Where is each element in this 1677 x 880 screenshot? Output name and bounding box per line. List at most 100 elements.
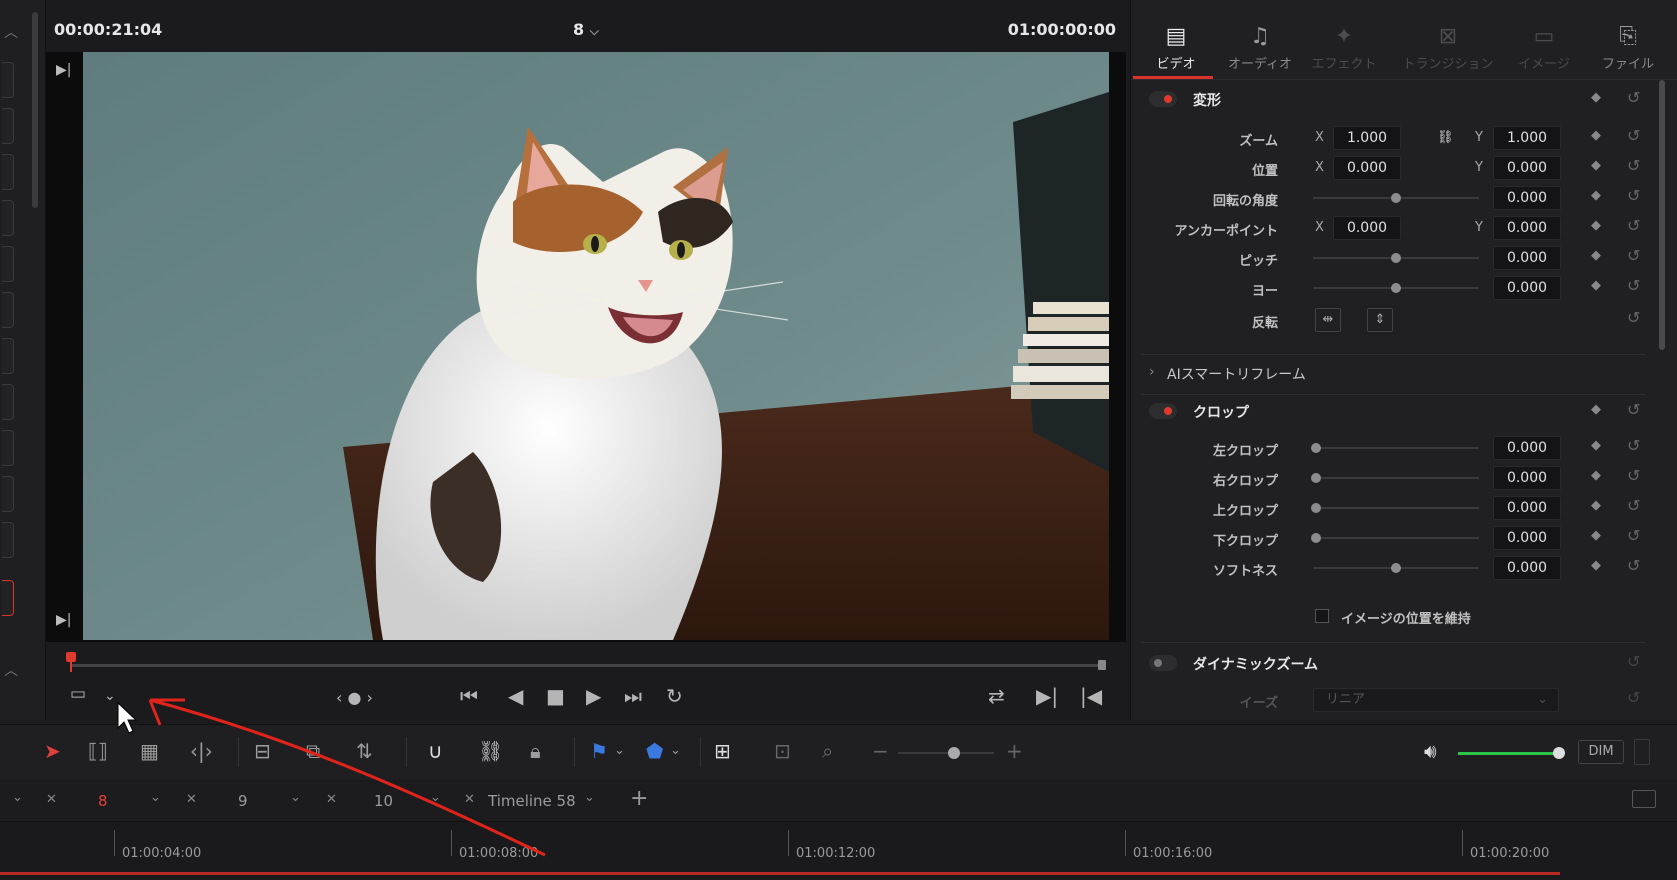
- keyframe-diamond-icon[interactable]: ◆: [1591, 438, 1601, 453]
- tab-effects[interactable]: ✦ エフェクト: [1299, 10, 1389, 80]
- position-y-field[interactable]: 0.000: [1493, 156, 1561, 180]
- anchor-x-field[interactable]: 0.000: [1333, 216, 1401, 240]
- keyframe-diamond-icon[interactable]: ◆: [1591, 90, 1601, 105]
- crop-right-slider[interactable]: [1311, 473, 1479, 483]
- pitch-slider[interactable]: [1313, 253, 1479, 263]
- inspector-scrollbar[interactable]: [1659, 80, 1665, 350]
- zoom-y-field[interactable]: 1.000: [1493, 126, 1561, 150]
- tab-image[interactable]: ▭ イメージ: [1499, 10, 1589, 80]
- collapse-up-icon[interactable]: ︿: [4, 660, 18, 680]
- slider-knob[interactable]: [1391, 283, 1401, 293]
- zoom-out-icon[interactable]: −: [872, 739, 889, 763]
- clip-selector[interactable]: 8 ⌵: [573, 20, 599, 39]
- flip-horizontal-icon[interactable]: ⇹: [1315, 308, 1341, 332]
- strip-slot[interactable]: [2, 384, 14, 420]
- chevron-down-icon[interactable]: ⌄: [430, 790, 441, 805]
- dynamic-zoom-toggle[interactable]: [1149, 655, 1177, 671]
- prev-edit-icon[interactable]: |◀: [1080, 684, 1102, 708]
- anchor-y-field[interactable]: 0.000: [1493, 216, 1561, 240]
- crop-overlay-icon[interactable]: ▭: [70, 684, 86, 704]
- scrubber-track[interactable]: [70, 664, 1106, 667]
- add-timeline-icon[interactable]: +: [630, 786, 648, 811]
- keyframe-diamond-icon[interactable]: ◆: [1591, 528, 1601, 543]
- close-icon[interactable]: ✕: [186, 792, 197, 807]
- reset-icon[interactable]: ↺: [1627, 216, 1640, 235]
- timeline-tab-9[interactable]: ✕ 9 ⌄: [186, 790, 306, 814]
- strip-slot[interactable]: [2, 292, 14, 328]
- tab-file[interactable]: ⎘ ファイル: [1583, 10, 1673, 80]
- strip-slot[interactable]: [2, 476, 14, 512]
- tab-video[interactable]: ▤ ビデオ: [1131, 10, 1221, 80]
- keyframe-diamond-icon[interactable]: ◆: [1591, 558, 1601, 573]
- chevron-down-icon[interactable]: ⌄: [670, 743, 681, 758]
- strip-slot-active[interactable]: [2, 580, 14, 616]
- tab-audio[interactable]: ♫ オーディオ: [1215, 10, 1305, 80]
- reset-icon[interactable]: ↺: [1627, 496, 1640, 515]
- slider-knob[interactable]: [1311, 443, 1321, 453]
- softness-field[interactable]: 0.000: [1493, 556, 1561, 580]
- out-handle[interactable]: [1098, 660, 1106, 670]
- strip-slot[interactable]: [2, 522, 14, 558]
- zoom-slider[interactable]: [898, 747, 994, 759]
- reset-icon[interactable]: ↺: [1627, 556, 1640, 575]
- keyframe-diamond-icon[interactable]: ◆: [1591, 188, 1601, 203]
- strip-slot[interactable]: [2, 108, 14, 144]
- reset-icon[interactable]: ↺: [1627, 652, 1640, 671]
- crop-left-slider[interactable]: [1311, 443, 1479, 453]
- keyframe-diamond-icon[interactable]: ◆: [1591, 498, 1601, 513]
- overwrite-clip-icon[interactable]: ⧉: [306, 739, 320, 763]
- slider-knob[interactable]: [948, 747, 960, 759]
- chevron-down-icon[interactable]: ⌄: [584, 790, 595, 805]
- linked-selection-icon[interactable]: ⛓: [478, 739, 503, 763]
- crop-bottom-slider[interactable]: [1311, 533, 1479, 543]
- trim-edit-icon[interactable]: ⟦⟧: [88, 739, 108, 763]
- crop-left-field[interactable]: 0.000: [1493, 436, 1561, 460]
- selection-pointer-icon[interactable]: ➤: [44, 739, 61, 763]
- chevron-down-icon[interactable]: ⌄: [12, 790, 23, 805]
- rotation-slider[interactable]: [1313, 193, 1479, 203]
- close-icon[interactable]: ✕: [464, 792, 475, 807]
- zoom-x-field[interactable]: 1.000: [1333, 126, 1401, 150]
- keyframe-diamond-icon[interactable]: ◆: [1591, 248, 1601, 263]
- timeline-tab-10[interactable]: ✕ 10 ⌄: [326, 790, 446, 814]
- ease-dropdown[interactable]: リニア ⌄: [1313, 688, 1559, 712]
- position-lock-icon[interactable]: 🔒︎: [530, 739, 541, 763]
- meter-toggle[interactable]: [1634, 739, 1650, 765]
- slider-knob[interactable]: [1391, 563, 1401, 573]
- reset-icon[interactable]: ↺: [1627, 276, 1640, 295]
- dim-button[interactable]: DIM: [1578, 740, 1624, 764]
- viewer-scrubber[interactable]: [66, 648, 1106, 678]
- stop-icon[interactable]: ■: [546, 684, 565, 708]
- tab-transition[interactable]: ⊠ トランジション: [1393, 10, 1503, 80]
- pitch-field[interactable]: 0.000: [1493, 246, 1561, 270]
- insert-clip-icon[interactable]: ⊟: [254, 739, 271, 763]
- slider-knob[interactable]: [1311, 533, 1321, 543]
- snapping-icon[interactable]: ∪: [428, 739, 443, 763]
- reset-icon[interactable]: ↺: [1627, 526, 1640, 545]
- video-viewer[interactable]: ▶| ▶|: [46, 52, 1126, 642]
- strip-slot[interactable]: [2, 154, 14, 190]
- reset-icon[interactable]: ↺: [1627, 246, 1640, 265]
- timeline-view-icon[interactable]: [1632, 790, 1656, 808]
- keyframe-diamond-icon[interactable]: ◆: [1591, 278, 1601, 293]
- match-frame-icon[interactable]: ⇄: [988, 684, 1005, 708]
- chevron-down-icon[interactable]: ⌄: [614, 743, 625, 758]
- slider-knob[interactable]: [1391, 253, 1401, 263]
- strip-slot[interactable]: [2, 200, 14, 236]
- zoom-detail-icon[interactable]: ⊡: [774, 739, 791, 763]
- link-icon[interactable]: ⛓: [1437, 130, 1454, 145]
- keyframe-diamond-icon[interactable]: ◆: [1591, 128, 1601, 143]
- crop-top-slider[interactable]: [1311, 503, 1479, 513]
- reset-icon[interactable]: ↺: [1627, 88, 1640, 107]
- go-to-end-icon[interactable]: ⏭: [624, 684, 642, 708]
- timeline-ruler[interactable]: 01:00:04:00 01:00:08:00 01:00:12:00 01:0…: [0, 822, 1677, 880]
- keyframe-diamond-icon[interactable]: ◆: [1591, 158, 1601, 173]
- crop-right-field[interactable]: 0.000: [1493, 466, 1561, 490]
- marker-icon[interactable]: ⬟: [646, 739, 663, 763]
- chevron-down-icon[interactable]: ⌄: [104, 688, 116, 704]
- keyframe-diamond-icon[interactable]: ◆: [1591, 218, 1601, 233]
- timeline-tab-58[interactable]: ✕ Timeline 58 ⌄: [464, 790, 614, 814]
- prev-next-marker-icon[interactable]: ‹ ● ›: [336, 688, 373, 707]
- crop-enable-toggle[interactable]: [1149, 403, 1177, 419]
- speaker-icon[interactable]: 🔊︎: [1424, 739, 1437, 763]
